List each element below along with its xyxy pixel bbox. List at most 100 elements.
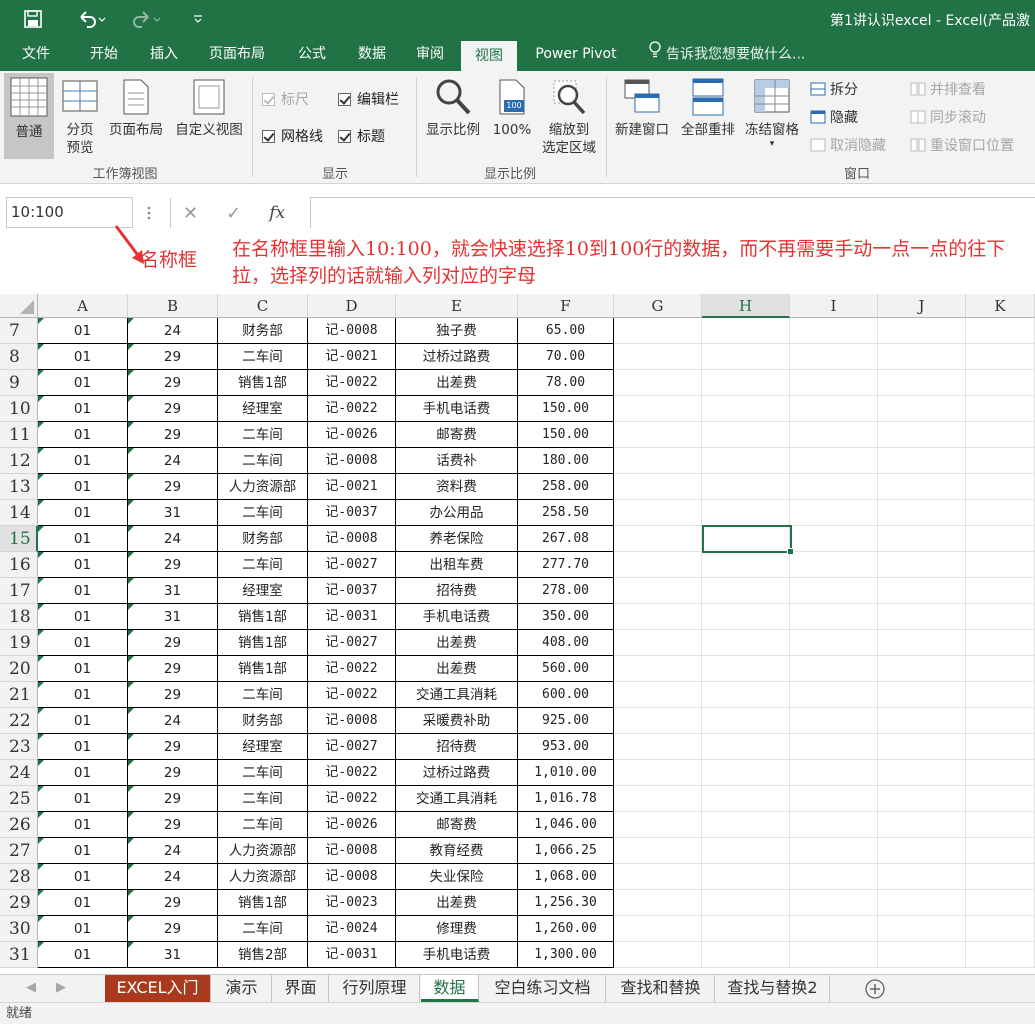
cell-k[interactable] [966,708,1035,734]
cell-h[interactable] [702,552,790,578]
sheet-tab-excel-intro[interactable]: EXCEL入门 [105,975,211,1002]
cell-e[interactable]: 邮寄费 [396,812,518,838]
cell-d[interactable]: 记-0027 [308,734,396,760]
cell-d[interactable]: 记-0031 [308,604,396,630]
cell-c[interactable]: 财务部 [218,318,308,344]
cell-a[interactable]: 01 [38,734,128,760]
cell-i[interactable] [790,422,878,448]
cell-c[interactable]: 销售1部 [218,604,308,630]
cell-i[interactable] [790,630,878,656]
undo-icon[interactable] [72,0,112,38]
cell-d[interactable]: 记-0022 [308,682,396,708]
cell-j[interactable] [878,448,966,474]
cell-b[interactable]: 29 [128,344,218,370]
cell-j[interactable] [878,630,966,656]
cell-b[interactable]: 29 [128,370,218,396]
cell-h[interactable] [702,500,790,526]
cell-d[interactable]: 记-0023 [308,890,396,916]
row-header[interactable]: 28 [0,864,38,890]
cell-b[interactable]: 31 [128,942,218,968]
headings-checkbox[interactable]: 标题 [338,126,385,146]
cell-f[interactable]: 925.00 [518,708,614,734]
add-sheet-icon[interactable] [864,978,886,1004]
cell-d[interactable]: 记-0027 [308,630,396,656]
unhide-button[interactable]: 取消隐藏 [810,135,886,155]
cell-j[interactable] [878,500,966,526]
cell-a[interactable]: 01 [38,500,128,526]
cell-h[interactable] [702,916,790,942]
cell-c[interactable]: 二车间 [218,760,308,786]
cell-d[interactable]: 记-0021 [308,344,396,370]
cell-g[interactable] [614,682,702,708]
cell-b[interactable]: 29 [128,786,218,812]
column-header-e[interactable]: E [396,294,518,318]
cell-b[interactable]: 24 [128,318,218,344]
new-window-button[interactable]: 新建窗口 [610,73,674,159]
cell-g[interactable] [614,604,702,630]
sheet-tab-find-replace-2[interactable]: 查找与替换2 [716,975,830,1002]
cell-c[interactable]: 人力资源部 [218,838,308,864]
formula-input[interactable] [310,197,1035,228]
cell-d[interactable]: 记-0026 [308,812,396,838]
cell-k[interactable] [966,630,1035,656]
split-button[interactable]: 拆分 [810,79,858,99]
cell-g[interactable] [614,422,702,448]
cell-i[interactable] [790,656,878,682]
cell-k[interactable] [966,552,1035,578]
cell-f[interactable]: 560.00 [518,656,614,682]
cell-c[interactable]: 二车间 [218,500,308,526]
row-header[interactable]: 7 [0,318,38,344]
cell-d[interactable]: 记-0008 [308,448,396,474]
cell-j[interactable] [878,552,966,578]
cell-f[interactable]: 267.08 [518,526,614,552]
cell-a[interactable]: 01 [38,682,128,708]
cell-i[interactable] [790,526,878,552]
row-header[interactable]: 27 [0,838,38,864]
cell-b[interactable]: 29 [128,734,218,760]
row-header[interactable]: 8 [0,344,38,370]
cell-f[interactable]: 258.00 [518,474,614,500]
scroll-left-icon[interactable]: ◀ [26,980,36,995]
cell-b[interactable]: 24 [128,448,218,474]
cell-c[interactable]: 销售1部 [218,656,308,682]
cell-c[interactable]: 人力资源部 [218,864,308,890]
cell-e[interactable]: 出租车费 [396,552,518,578]
cell-h[interactable] [702,370,790,396]
cell-i[interactable] [790,396,878,422]
cell-e[interactable]: 教育经费 [396,838,518,864]
cell-i[interactable] [790,552,878,578]
cell-a[interactable]: 01 [38,370,128,396]
cell-f[interactable]: 350.00 [518,604,614,630]
cell-b[interactable]: 24 [128,838,218,864]
cell-k[interactable] [966,682,1035,708]
arrange-all-button[interactable]: 全部重排 [676,73,740,159]
cell-d[interactable]: 记-0026 [308,422,396,448]
cell-k[interactable] [966,786,1035,812]
cell-h[interactable] [702,318,790,344]
cell-j[interactable] [878,578,966,604]
cell-h[interactable] [702,838,790,864]
cell-b[interactable]: 29 [128,916,218,942]
cell-j[interactable] [878,604,966,630]
cell-e[interactable]: 办公用品 [396,500,518,526]
cell-g[interactable] [614,838,702,864]
cell-d[interactable]: 记-0022 [308,656,396,682]
cell-i[interactable] [790,942,878,968]
cell-e[interactable]: 邮寄费 [396,422,518,448]
cell-i[interactable] [790,344,878,370]
cell-i[interactable] [790,682,878,708]
cell-c[interactable]: 二车间 [218,448,308,474]
cell-c[interactable]: 经理室 [218,578,308,604]
cell-e[interactable]: 过桥过路费 [396,344,518,370]
cell-h[interactable] [702,578,790,604]
cell-i[interactable] [790,500,878,526]
cell-c[interactable]: 销售1部 [218,370,308,396]
gridlines-checkbox[interactable]: 网格线 [262,126,323,146]
reset-window-position-button[interactable]: 重设窗口位置 [910,135,1014,155]
zoom-100-button[interactable]: 100 100% [488,73,536,159]
cell-e[interactable]: 修理费 [396,916,518,942]
cell-b[interactable]: 29 [128,396,218,422]
sheet-tab-row-col[interactable]: 行列原理 [330,975,420,1002]
cancel-icon[interactable]: ✕ [183,203,198,224]
cell-i[interactable] [790,864,878,890]
